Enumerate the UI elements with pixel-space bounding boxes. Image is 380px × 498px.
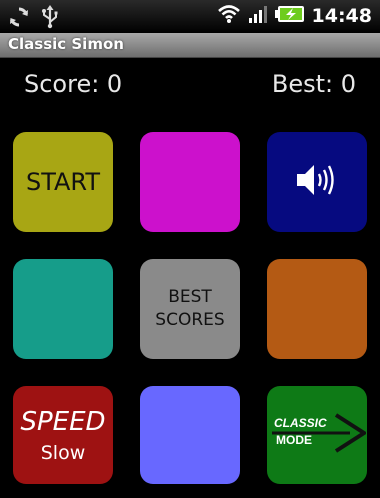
wifi-icon (217, 4, 241, 28)
mode-button[interactable]: CLASSIC MODE (267, 386, 368, 484)
teal-pad[interactable] (13, 259, 113, 359)
app-title: Classic Simon (8, 35, 124, 53)
blue-pad[interactable] (140, 386, 240, 484)
start-button[interactable]: START (13, 132, 113, 232)
speaker-icon (294, 160, 340, 204)
best-score-label: Best: 0 (271, 70, 356, 98)
best-scores-label-line1: BEST (168, 287, 212, 307)
speed-value: Slow (40, 441, 86, 464)
start-label: START (25, 168, 101, 196)
best-scores-label-line2: SCORES (155, 310, 225, 330)
mode-label-line1: CLASSIC (274, 416, 327, 430)
sound-toggle-button[interactable] (267, 132, 367, 232)
magenta-pad[interactable] (140, 132, 240, 232)
score-label: Score: 0 (24, 70, 123, 98)
status-time: 14:48 (311, 5, 372, 27)
speed-title: SPEED (20, 406, 106, 437)
signal-icon (248, 4, 268, 28)
battery-charging-icon (274, 5, 305, 27)
status-bar: 14:48 (0, 0, 380, 33)
usb-icon (40, 5, 60, 33)
app-title-bar: Classic Simon (0, 33, 380, 58)
speed-button[interactable]: SPEED Slow (13, 386, 113, 484)
mode-label-line2: MODE (276, 433, 312, 447)
orange-pad[interactable] (267, 259, 367, 359)
simon-app-screen: 14:48 Classic Simon Score: 0 Best: 0 STA… (0, 0, 380, 498)
sync-icon (8, 6, 30, 32)
best-scores-button[interactable]: BEST SCORES (140, 259, 240, 359)
